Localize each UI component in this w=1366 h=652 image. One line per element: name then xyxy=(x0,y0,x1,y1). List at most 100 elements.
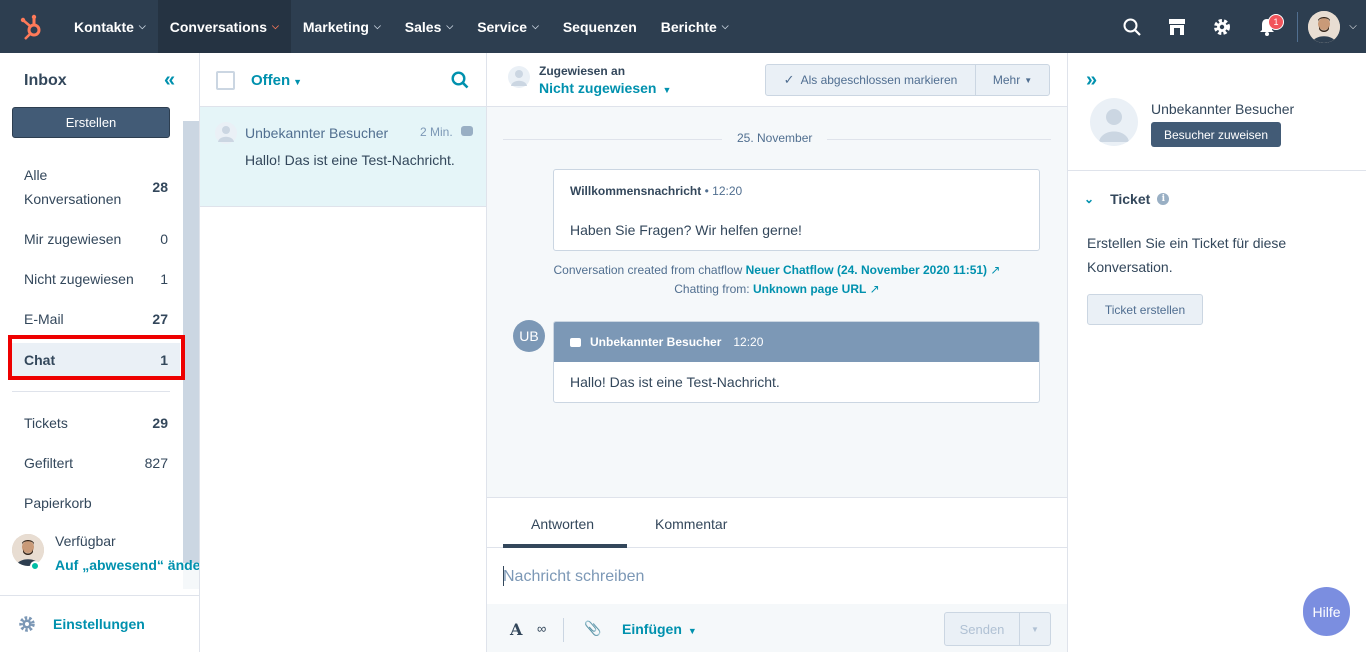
mark-closed-button[interactable]: ✓ Als abgeschlossen markieren xyxy=(766,65,976,95)
assigned-label: Zugewiesen an xyxy=(539,64,626,78)
text-format-icon[interactable]: A xyxy=(510,620,522,639)
message-body: Hallo! Das ist eine Test-Nachricht. xyxy=(570,374,780,390)
message-input[interactable]: Nachricht schreiben xyxy=(503,568,644,586)
more-dropdown-button[interactable]: Mehr ▼ xyxy=(976,65,1049,95)
nav-marketing[interactable]: Marketing ⌵ xyxy=(291,0,393,53)
conversation-list: Offen ▼ Unbekannter Besucher 2 Min. Hallo… xyxy=(200,53,487,652)
assignee-dropdown[interactable]: Nicht zugewiesen ▼ xyxy=(539,80,671,96)
status-label: Verfügbar xyxy=(55,533,116,549)
conversation-list-item[interactable]: Unbekannter Besucher 2 Min. Hallo! Das i… xyxy=(200,107,486,207)
ticket-section-title: Ticket xyxy=(1110,191,1151,207)
search-icon[interactable] xyxy=(451,71,469,94)
text-cursor xyxy=(503,566,504,586)
sidebar-item-count: 28 xyxy=(152,179,168,195)
sidebar-item-count: 0 xyxy=(160,231,168,247)
user-avatar[interactable] xyxy=(1308,10,1340,43)
sidebar-item-tickets[interactable]: Tickets 29 xyxy=(12,409,180,437)
nav-sequenzen[interactable]: Sequenzen xyxy=(551,0,649,53)
ticket-section-toggle[interactable]: ⌄ Ticket i xyxy=(1084,191,1170,207)
notification-count-badge: 1 xyxy=(1268,14,1284,30)
select-all-checkbox[interactable] xyxy=(216,71,235,90)
sidebar-item-e-mail[interactable]: E-Mail 27 xyxy=(12,305,180,333)
chevron-down-icon: ⌵ xyxy=(271,21,279,31)
link-icon[interactable]: ∞ xyxy=(537,621,546,636)
attachment-icon[interactable]: 📎 xyxy=(584,620,601,637)
caret-down-icon: ▼ xyxy=(1024,75,1033,85)
create-ticket-button[interactable]: Ticket erstellen xyxy=(1087,294,1203,325)
sidebar-scrollbar[interactable] xyxy=(183,121,199,589)
conversation-contact-name: Unbekannter Besucher xyxy=(245,125,389,141)
nav-conversations[interactable]: Conversations ⌵ xyxy=(157,0,291,53)
conversation-preview: Hallo! Das ist eine Test-Nachricht. xyxy=(245,152,455,168)
chevron-down-icon: ⌵ xyxy=(532,21,539,31)
welcome-message-text: Haben Sie Fragen? Wir helfen gerne! xyxy=(570,222,802,238)
caret-down-icon: ▼ xyxy=(293,77,303,87)
tab-kommentar[interactable]: Kommentar xyxy=(655,516,727,532)
chatting-from-info: Chatting from: Unknown page URL ↗ xyxy=(674,282,880,296)
marketplace-icon[interactable] xyxy=(1154,0,1199,53)
visitor-initials-avatar: UB xyxy=(513,320,545,352)
sidebar-item-label: Alle Konversationen xyxy=(24,167,122,207)
active-tab-indicator xyxy=(503,544,627,548)
conversation-time: 2 Min. xyxy=(420,125,453,139)
caret-down-icon: ▼ xyxy=(662,85,672,95)
chevron-down-icon: ⌄ xyxy=(1084,192,1095,206)
settings-label: Einstellungen xyxy=(53,616,145,632)
visitor-message-card: Unbekannter Besucher 12:20 Hallo! Das is… xyxy=(553,321,1040,403)
ticket-description: Erstellen Sie ein Ticket für diese Konve… xyxy=(1087,235,1287,275)
sidebar-item-gefiltert[interactable]: Gefiltert 827 xyxy=(12,449,180,477)
chevron-down-icon[interactable]: ⌵ xyxy=(1340,21,1366,32)
caret-down-icon: ▼ xyxy=(687,626,697,636)
notifications-bell-icon[interactable]: 1 xyxy=(1244,0,1289,53)
sidebar-item-count: 29 xyxy=(152,415,168,431)
create-button[interactable]: Erstellen xyxy=(12,107,170,138)
nav-sales[interactable]: Sales ⌵ xyxy=(393,0,465,53)
sidebar-item-mir-zugewiesen[interactable]: Mir zugewiesen 0 xyxy=(12,225,180,253)
send-options-caret-icon[interactable]: ▼ xyxy=(1020,613,1050,645)
chat-bubble-icon xyxy=(461,126,473,136)
search-icon[interactable] xyxy=(1109,0,1154,53)
status-filter-dropdown[interactable]: Offen ▼ xyxy=(251,72,302,89)
help-button[interactable]: Hilfe xyxy=(1303,587,1350,636)
sidebar-item-papierkorb[interactable]: Papierkorb xyxy=(12,489,180,517)
scrollbar-thumb[interactable] xyxy=(183,121,199,563)
chat-bubble-icon xyxy=(570,337,581,347)
menu-divider xyxy=(12,391,170,392)
assign-visitor-button[interactable]: Besucher zuweisen xyxy=(1151,122,1281,147)
page-url-link[interactable]: Unknown page URL xyxy=(753,282,866,296)
sidebar-item-label: E-Mail xyxy=(24,311,64,327)
nav-service[interactable]: Service ⌵ xyxy=(465,0,551,53)
settings-link[interactable]: Einstellungen xyxy=(0,595,199,652)
expand-panel-icon[interactable]: » xyxy=(1086,69,1097,92)
inbox-title: Inbox xyxy=(24,72,67,89)
external-link-icon: ↗ xyxy=(990,263,1001,277)
chatflow-link[interactable]: Neuer Chatflow (24. November 2020 11:51) xyxy=(746,263,987,277)
send-button[interactable]: Senden xyxy=(945,613,1020,645)
sidebar-item-alle-konversationen[interactable]: Alle Konversationen 28 xyxy=(12,163,180,211)
collapse-sidebar-icon[interactable]: « xyxy=(164,69,175,92)
highlight-annotation-box xyxy=(8,335,185,380)
nav-kontakte[interactable]: Kontakte ⌵ xyxy=(62,0,158,53)
chevron-down-icon: ⌵ xyxy=(721,21,729,31)
online-status-dot xyxy=(30,561,40,571)
tab-antworten[interactable]: Antworten xyxy=(531,516,594,532)
gear-icon[interactable] xyxy=(1199,0,1244,53)
sidebar-item-label: Papierkorb xyxy=(24,495,92,511)
sidebar-item-label: Tickets xyxy=(24,415,68,431)
sidebar-item-nicht-zugewiesen[interactable]: Nicht zugewiesen 1 xyxy=(12,265,180,293)
assignee-avatar-icon xyxy=(508,66,530,88)
chevron-down-icon: ⌵ xyxy=(373,21,381,31)
sidebar-item-count: 1 xyxy=(160,271,168,287)
info-icon[interactable]: i xyxy=(1157,193,1170,205)
welcome-message-header: Willkommensnachricht • 12:20 xyxy=(570,184,743,198)
sidebar-item-label: Mir zugewiesen xyxy=(24,231,122,247)
chevron-down-icon: ⌵ xyxy=(138,21,146,31)
set-away-link[interactable]: Auf „abwesend“ ändern xyxy=(55,557,199,573)
conversation-list-header: Offen ▼ xyxy=(200,53,486,107)
external-link-icon: ↗ xyxy=(869,282,880,296)
visitor-avatar-icon xyxy=(1090,98,1138,146)
insert-dropdown[interactable]: Einfügen ▼ xyxy=(622,621,697,637)
top-navigation: Kontakte ⌵ Conversations ⌵ Marketing ⌵ Sale… xyxy=(0,0,1366,53)
nav-berichte[interactable]: Berichte ⌵ xyxy=(649,0,741,53)
hubspot-logo-icon[interactable] xyxy=(0,0,62,53)
